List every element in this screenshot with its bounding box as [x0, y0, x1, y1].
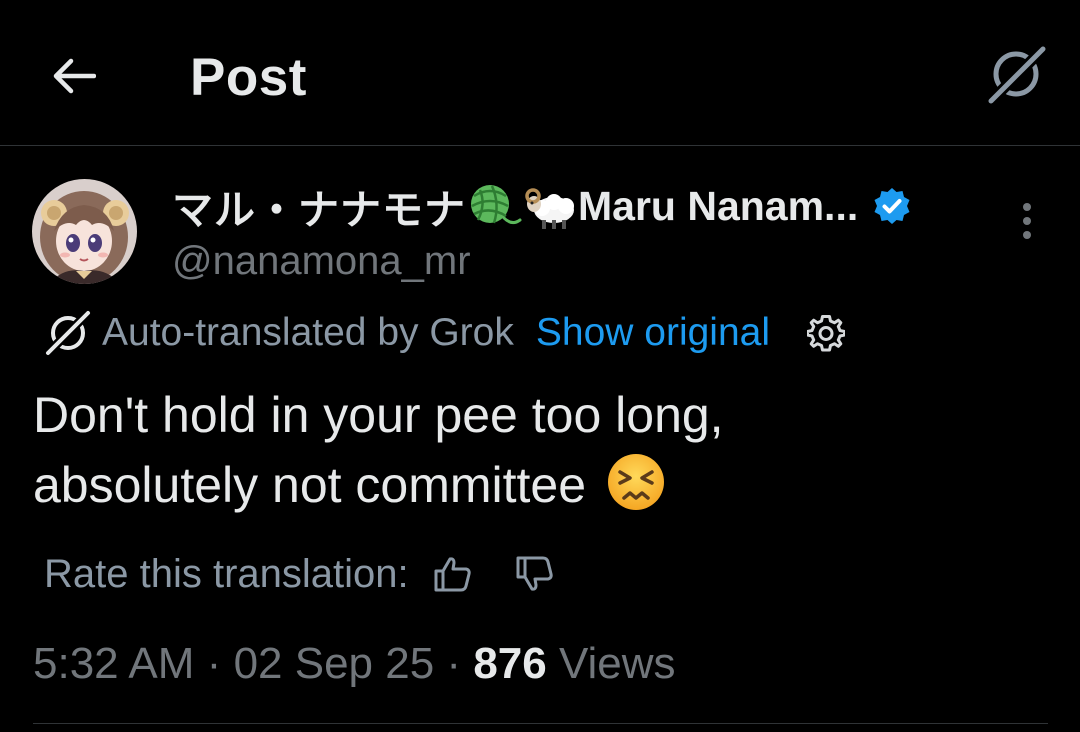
post-time[interactable]: 5:32 AM: [33, 639, 194, 688]
auto-translated-label: Auto-translated by Grok: [102, 311, 514, 354]
top-bar: Post: [0, 0, 1080, 146]
separator: ·: [206, 639, 222, 688]
grok-button[interactable]: [982, 40, 1050, 108]
divider: [33, 723, 1048, 724]
verified-badge-icon: [874, 188, 910, 224]
thumbs-down-icon: [516, 556, 553, 591]
rate-translation-row: Rate this translation:: [44, 546, 563, 602]
thumbs-down-button[interactable]: [507, 546, 563, 602]
thumbs-up-button[interactable]: [425, 546, 481, 602]
translation-settings-button[interactable]: [804, 311, 848, 355]
display-name-jp: マル・ナナモナ: [172, 187, 466, 233]
post-meta: 5:32 AM · 02 Sep 25 · 876 Views: [33, 636, 676, 692]
post-text-line-content: absolutely not committee: [33, 457, 587, 513]
persevering-face-emoji: [607, 454, 664, 510]
separator: ·: [446, 639, 462, 688]
post-date[interactable]: 02 Sep 25: [234, 639, 435, 688]
display-name[interactable]: マル・ナナモナ Maru Nanam...: [172, 178, 912, 234]
grok-icon: [40, 308, 96, 358]
gear-icon: [807, 315, 846, 352]
show-original-link[interactable]: Show original: [536, 311, 770, 355]
display-name-en: Maru Nanam...: [578, 182, 859, 229]
avatar[interactable]: [32, 179, 137, 284]
more-vertical-icon: [1023, 203, 1031, 239]
thumbs-up-icon: [434, 557, 471, 592]
grok-icon: [987, 45, 1047, 105]
arrow-left-icon: [53, 58, 96, 94]
author-handle[interactable]: @nanamona_mr: [172, 236, 471, 286]
views-label: Views: [558, 639, 676, 688]
more-options-button[interactable]: [1004, 196, 1050, 246]
page-title: Post: [190, 48, 307, 107]
post-text-line: Don't hold in your pee too long,: [33, 387, 724, 443]
back-button[interactable]: [44, 46, 104, 106]
rate-translation-label: Rate this translation:: [44, 551, 409, 596]
yarn-emoji: [471, 185, 522, 225]
translation-bar: Auto-translated by Grok Show original: [40, 306, 848, 360]
ram-emoji: [525, 188, 574, 229]
post-text-line-2: absolutely not committee: [33, 450, 1033, 520]
post-text: Don't hold in your pee too long, absolut…: [33, 380, 1033, 520]
avatar-image: [32, 179, 137, 284]
views-count: 876: [473, 639, 547, 688]
